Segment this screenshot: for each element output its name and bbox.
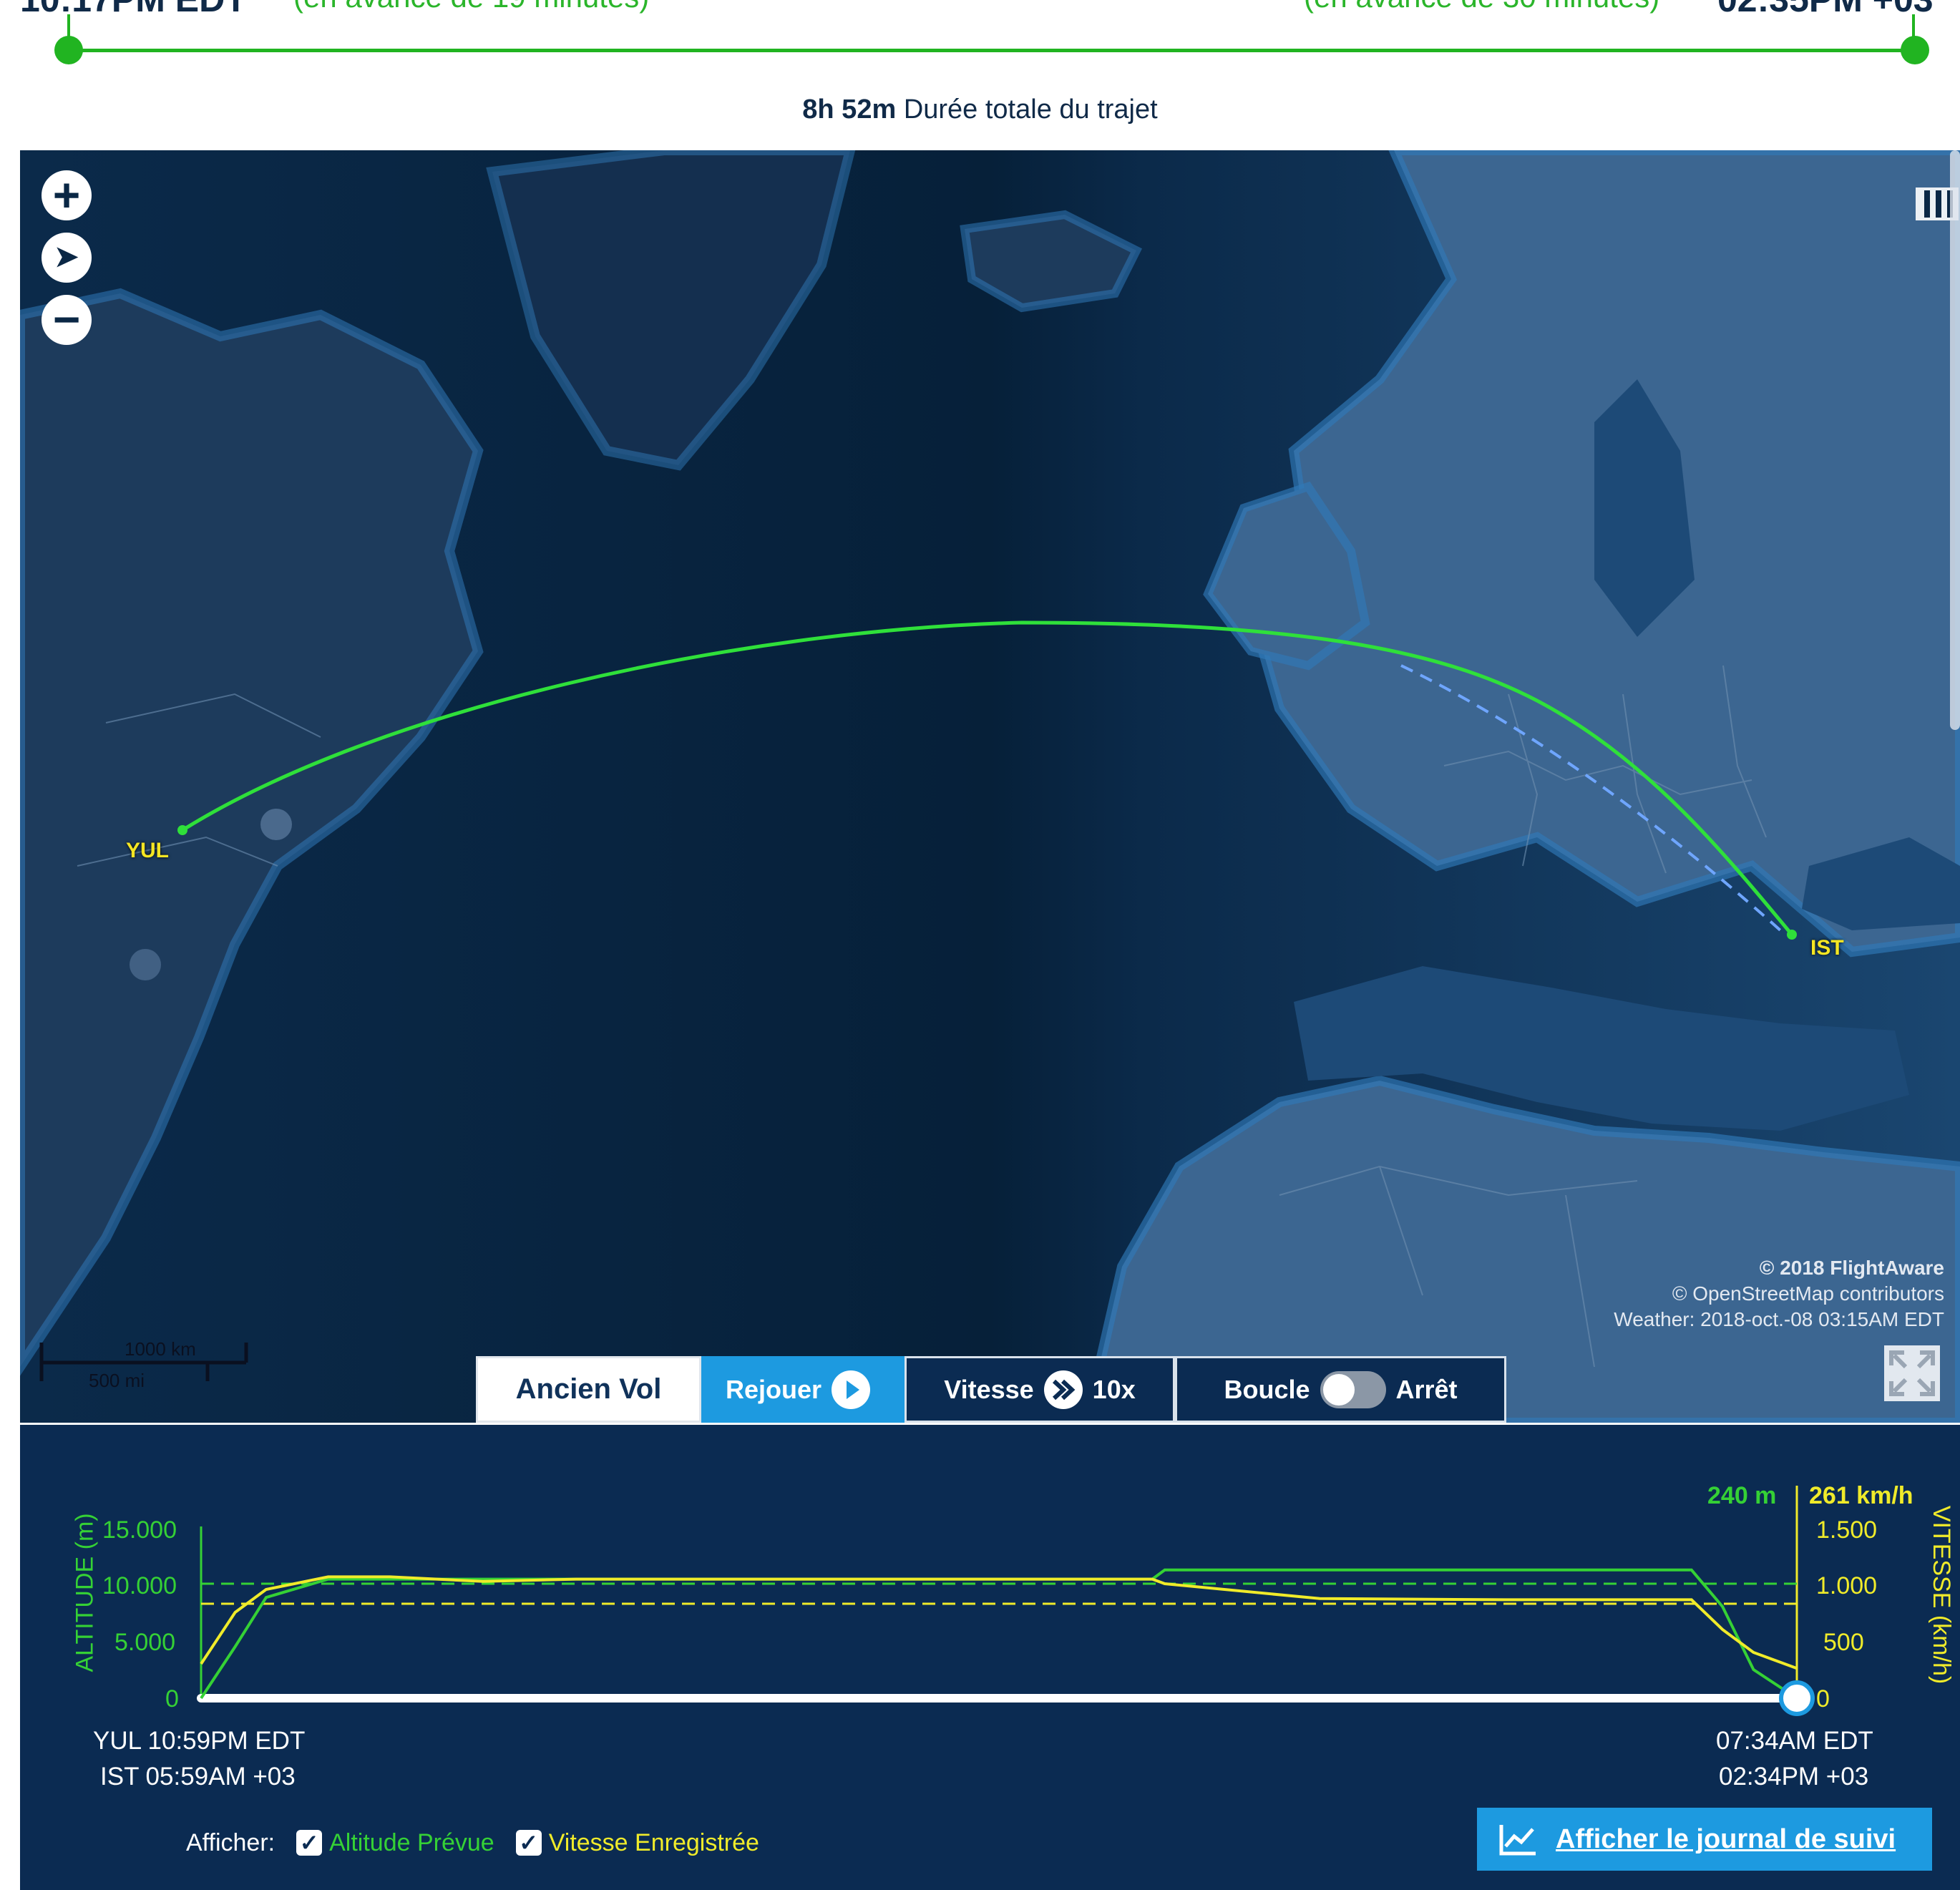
progress-end-dot [1901,36,1929,64]
speed-button[interactable]: Vitesse 10x [905,1356,1175,1423]
end-time-local: 07:34AM EDT [1716,1727,1873,1755]
progress-bar [69,49,1915,52]
end-time-dest: 02:34PM +03 [1719,1763,1869,1791]
altitude-option-label[interactable]: Altitude Prévue [329,1829,494,1857]
speed-tick: 500 [1823,1629,1864,1656]
altitude-axis-title: ALTITUDE (m) [71,1513,99,1672]
zoom-in-button[interactable]: + [42,170,92,220]
duration-label: Durée totale du trajet [903,94,1158,125]
speed-checkbox[interactable]: ✓ [515,1830,542,1856]
timeline-handle [1779,1680,1815,1716]
chart-line-icon [1499,1825,1536,1856]
total-duration: 8h 52m Durée totale du trajet [0,94,1960,125]
current-speed: 261 km/h [1809,1482,1913,1509]
map-scale: 1000 km 500 mi [39,1338,253,1395]
replay-toolbar: Ancien Vol Rejouer Vitesse 10x Boucle Ar… [476,1356,1506,1423]
chart-display-options: Afficher: ✓ Altitude Prévue ✓ Vitesse En… [186,1825,759,1861]
speed-tick: 1.500 [1816,1516,1878,1544]
departure-early-note: (en avance de 19 minutes) [293,0,649,14]
speed-option-label[interactable]: Vitesse Enregistrée [549,1829,759,1857]
altitude-tick: 15.000 [102,1516,177,1544]
map-attribution: © 2018 FlightAware © OpenStreetMap contr… [1614,1255,1944,1333]
destination-airport-label[interactable]: IST [1810,936,1844,960]
speed-value: 10x [1092,1374,1136,1404]
map-scrollbar[interactable] [1950,150,1960,730]
weather-cell [260,809,292,840]
start-time-local: YUL 10:59PM EDT [93,1727,306,1755]
speed-tick: 1.000 [1816,1572,1878,1599]
destination-marker [1787,930,1797,940]
view-track-log-button[interactable]: Afficher le journal de suivi [1477,1808,1932,1871]
origin-airport-label[interactable]: YUL [126,839,169,863]
map-canvas [20,150,1960,1423]
progress-start-dot [54,36,83,64]
loop-control[interactable]: Boucle Arrêt [1175,1356,1506,1423]
start-time-dest: IST 05:59AM +03 [100,1763,296,1791]
speed-axis-title: VITESSE (km/h) [1928,1505,1956,1685]
scale-mi: 500 mi [89,1370,145,1391]
origin-marker [177,825,187,835]
fullscreen-icon[interactable] [1884,1345,1940,1401]
altitude-checkbox[interactable]: ✓ [296,1830,323,1856]
flight-progress-header: 10:17PM EDT (en avance de 19 minutes) (e… [0,0,1960,150]
view-track-log-label: Afficher le journal de suivi [1556,1823,1896,1854]
flight-map[interactable]: + ➤ − YUL IST © 2018 FlightAware © OpenS… [20,150,1960,1423]
play-icon [832,1370,871,1409]
fast-forward-icon [1043,1370,1083,1409]
arrival-early-note: (en avance de 30 minutes) [1304,0,1659,14]
departure-time: 10:17PM EDT [20,0,247,20]
zoom-out-button[interactable]: − [42,295,92,345]
replay-button[interactable]: Rejouer [701,1356,905,1423]
altitude-series-line [200,1568,1798,1700]
arrival-time: 02:35PM +03 [1717,0,1934,20]
loop-label: Boucle [1224,1374,1310,1404]
attribution-flightaware: © 2018 FlightAware [1759,1257,1944,1279]
duration-value: 8h 52m [802,94,897,125]
speed-label: Vitesse [944,1374,1034,1404]
loop-toggle[interactable] [1320,1370,1386,1408]
attribution-osm[interactable]: © OpenStreetMap contributors [1614,1281,1944,1307]
altitude-tick: 5.000 [114,1629,176,1656]
speed-tick: 0 [1816,1685,1830,1713]
scale-km: 1000 km [125,1338,196,1360]
history-tab[interactable]: Ancien Vol [476,1356,701,1423]
replay-label: Rejouer [725,1374,822,1404]
altitude-tick: 10.000 [102,1572,177,1599]
loop-state: Arrêt [1395,1374,1458,1404]
attribution-weather: Weather: 2018-oct.-08 03:15AM EDT [1614,1308,1944,1330]
speed-series-line [200,1575,1798,1670]
current-altitude: 240 m [1707,1482,1777,1509]
compass-icon[interactable]: ➤ [42,233,92,283]
history-label: Ancien Vol [515,1373,662,1405]
weather-cell [130,949,161,980]
altitude-tick: 0 [165,1685,179,1713]
show-label: Afficher: [186,1828,276,1856]
